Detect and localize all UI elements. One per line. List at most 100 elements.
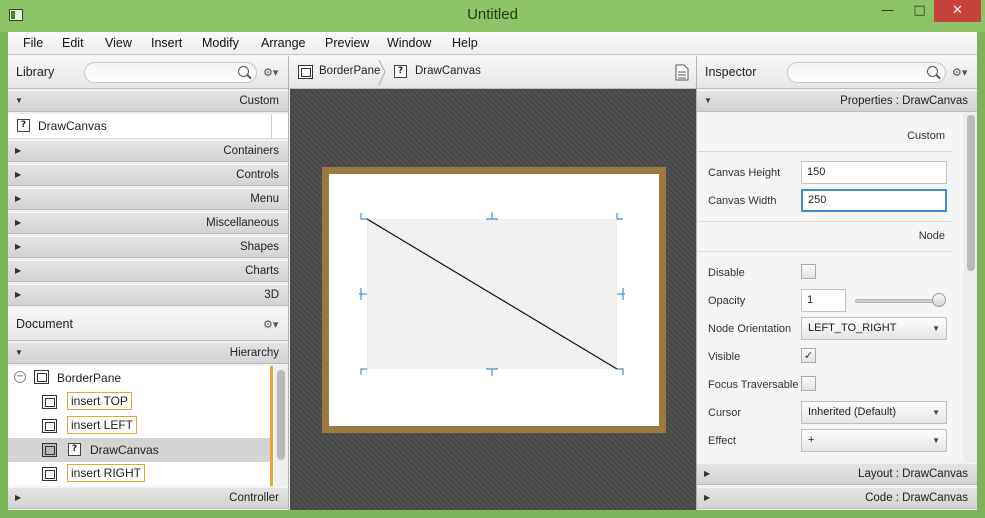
collapsed-icon: ▶ bbox=[15, 290, 22, 299]
canvas-height-label: Canvas Height bbox=[708, 167, 781, 179]
inspector-search-input[interactable] bbox=[787, 62, 946, 83]
collapsed-icon: ▶ bbox=[704, 493, 711, 502]
menu-arrange[interactable]: Arrange bbox=[261, 36, 305, 50]
opacity-field[interactable]: 1 bbox=[801, 289, 846, 312]
library-section-charts[interactable]: ▶ Charts bbox=[8, 260, 288, 282]
section-label: Menu bbox=[250, 193, 279, 205]
scrollbar-thumb[interactable] bbox=[967, 115, 975, 271]
content-stage[interactable] bbox=[290, 89, 696, 510]
search-icon bbox=[927, 66, 938, 77]
visible-checkbox[interactable]: ✓ bbox=[801, 348, 816, 363]
tree-row-insert-right[interactable]: insert RIGHT bbox=[8, 462, 270, 486]
group-custom: Custom bbox=[907, 130, 945, 142]
menu-modify[interactable]: Modify bbox=[202, 36, 239, 50]
inspector-gear-icon[interactable]: ⚙▾ bbox=[952, 66, 967, 79]
tree-row-insert-left[interactable]: insert LEFT bbox=[8, 414, 270, 438]
document-section-controller[interactable]: ▶ Controller bbox=[8, 487, 288, 509]
panel-divider[interactable] bbox=[696, 56, 697, 510]
node-orientation-select[interactable]: LEFT_TO_RIGHT ▼ bbox=[801, 317, 947, 340]
section-label: Custom bbox=[239, 95, 279, 107]
library-search-input[interactable] bbox=[84, 62, 257, 83]
opacity-slider-thumb[interactable] bbox=[932, 293, 946, 307]
library-section-custom[interactable]: ▼ Custom bbox=[8, 90, 288, 112]
tree-row-insert-top[interactable]: insert TOP bbox=[8, 390, 270, 414]
inspector-header: Inspector ⚙▾ bbox=[697, 56, 977, 89]
tree-placeholder-label: insert LEFT bbox=[67, 416, 138, 434]
hierarchy-scrollbar[interactable] bbox=[274, 366, 288, 486]
collapse-icon[interactable]: − bbox=[14, 371, 26, 383]
tree-row-drawcanvas[interactable]: ? DrawCanvas bbox=[8, 438, 270, 462]
main-window: File Edit View Insert Modify Arrange Pre… bbox=[8, 32, 977, 510]
document-title: Document bbox=[16, 317, 73, 331]
divider bbox=[698, 251, 953, 252]
node-icon bbox=[42, 467, 57, 481]
inspector-section-properties[interactable]: ▼ Properties : DrawCanvas bbox=[697, 90, 977, 112]
library-section-containers[interactable]: ▶ Containers bbox=[8, 140, 288, 162]
hierarchy-tree: − BorderPane insert TOP insert LEFT ? Dr… bbox=[8, 366, 288, 486]
collapsed-icon: ▶ bbox=[15, 194, 22, 203]
menu-window[interactable]: Window bbox=[387, 36, 431, 50]
library-gear-icon[interactable]: ⚙▾ bbox=[263, 66, 278, 79]
search-icon bbox=[238, 66, 249, 77]
scrollbar-thumb[interactable] bbox=[277, 370, 285, 460]
panel-divider[interactable] bbox=[288, 56, 289, 510]
inspector-scrollbar[interactable] bbox=[964, 113, 977, 462]
breadcrumb-separator-icon bbox=[378, 59, 386, 86]
menu-help[interactable]: Help bbox=[452, 36, 478, 50]
menu-insert[interactable]: Insert bbox=[151, 36, 182, 50]
borderpane-preview[interactable] bbox=[322, 167, 666, 433]
effect-label: Effect bbox=[708, 435, 736, 447]
menu-edit[interactable]: Edit bbox=[62, 36, 84, 50]
question-icon: ? bbox=[394, 65, 407, 78]
library-header: Library ⚙▾ bbox=[8, 56, 288, 89]
node-icon bbox=[42, 419, 57, 433]
menu-file[interactable]: File bbox=[23, 36, 43, 50]
library-section-shapes[interactable]: ▶ Shapes bbox=[8, 236, 288, 258]
cursor-select[interactable]: Inherited (Default) ▼ bbox=[801, 401, 947, 424]
collapsed-icon: ▶ bbox=[704, 469, 711, 478]
section-label: Shapes bbox=[239, 241, 279, 253]
breadcrumb-borderpane[interactable]: BorderPane bbox=[319, 65, 380, 77]
group-node: Node bbox=[918, 230, 945, 242]
disable-label: Disable bbox=[708, 267, 745, 279]
minimize-button[interactable]: — bbox=[872, 0, 903, 22]
inspector-section-code[interactable]: ▶ Code : DrawCanvas bbox=[697, 487, 977, 509]
tree-label: DrawCanvas bbox=[90, 443, 159, 457]
tree-placeholder-label: insert RIGHT bbox=[67, 464, 146, 482]
menu-preview[interactable]: Preview bbox=[325, 36, 369, 50]
library-section-controls[interactable]: ▶ Controls bbox=[8, 164, 288, 186]
disable-checkbox[interactable] bbox=[801, 264, 816, 279]
maximize-button[interactable]: □ bbox=[904, 0, 935, 22]
canvas-height-field[interactable]: 150 bbox=[801, 161, 947, 184]
library-section-3d[interactable]: ▶ 3D bbox=[8, 284, 288, 306]
menu-view[interactable]: View bbox=[105, 36, 132, 50]
inspector-section-layout[interactable]: ▶ Layout : DrawCanvas bbox=[697, 463, 977, 485]
section-label: Hierarchy bbox=[229, 347, 279, 359]
section-label: Properties : DrawCanvas bbox=[840, 95, 968, 107]
focus-traversable-checkbox[interactable] bbox=[801, 376, 816, 391]
library-item-label: DrawCanvas bbox=[38, 119, 107, 133]
expanded-icon: ▼ bbox=[15, 348, 23, 357]
canvas-width-field[interactable]: 250 bbox=[801, 189, 947, 212]
effect-select[interactable]: + ▼ bbox=[801, 429, 947, 452]
library-item-drawcanvas[interactable]: ? DrawCanvas bbox=[8, 114, 288, 139]
library-section-menu[interactable]: ▶ Menu bbox=[8, 188, 288, 210]
document-icon[interactable] bbox=[675, 64, 689, 81]
collapsed-icon: ▶ bbox=[15, 266, 22, 275]
node-icon bbox=[298, 65, 313, 79]
title-bar: Untitled — □ ✕ bbox=[0, 0, 985, 32]
library-section-miscellaneous[interactable]: ▶ Miscellaneous bbox=[8, 212, 288, 234]
collapsed-icon: ▶ bbox=[15, 146, 22, 155]
document-header: Document ⚙▾ bbox=[8, 308, 288, 341]
tree-row-borderpane[interactable]: − BorderPane bbox=[8, 366, 270, 390]
canvas-drawing bbox=[359, 212, 625, 376]
inspector-title: Inspector bbox=[705, 65, 757, 79]
close-button[interactable]: ✕ bbox=[934, 0, 981, 22]
breadcrumb-bar: BorderPane ? DrawCanvas bbox=[289, 56, 697, 89]
divider bbox=[698, 151, 953, 152]
document-section-hierarchy[interactable]: ▼ Hierarchy bbox=[8, 342, 288, 364]
document-gear-icon[interactable]: ⚙▾ bbox=[263, 318, 278, 331]
breadcrumb-drawcanvas[interactable]: DrawCanvas bbox=[415, 65, 481, 77]
cursor-label: Cursor bbox=[708, 407, 742, 419]
node-icon bbox=[34, 370, 49, 384]
